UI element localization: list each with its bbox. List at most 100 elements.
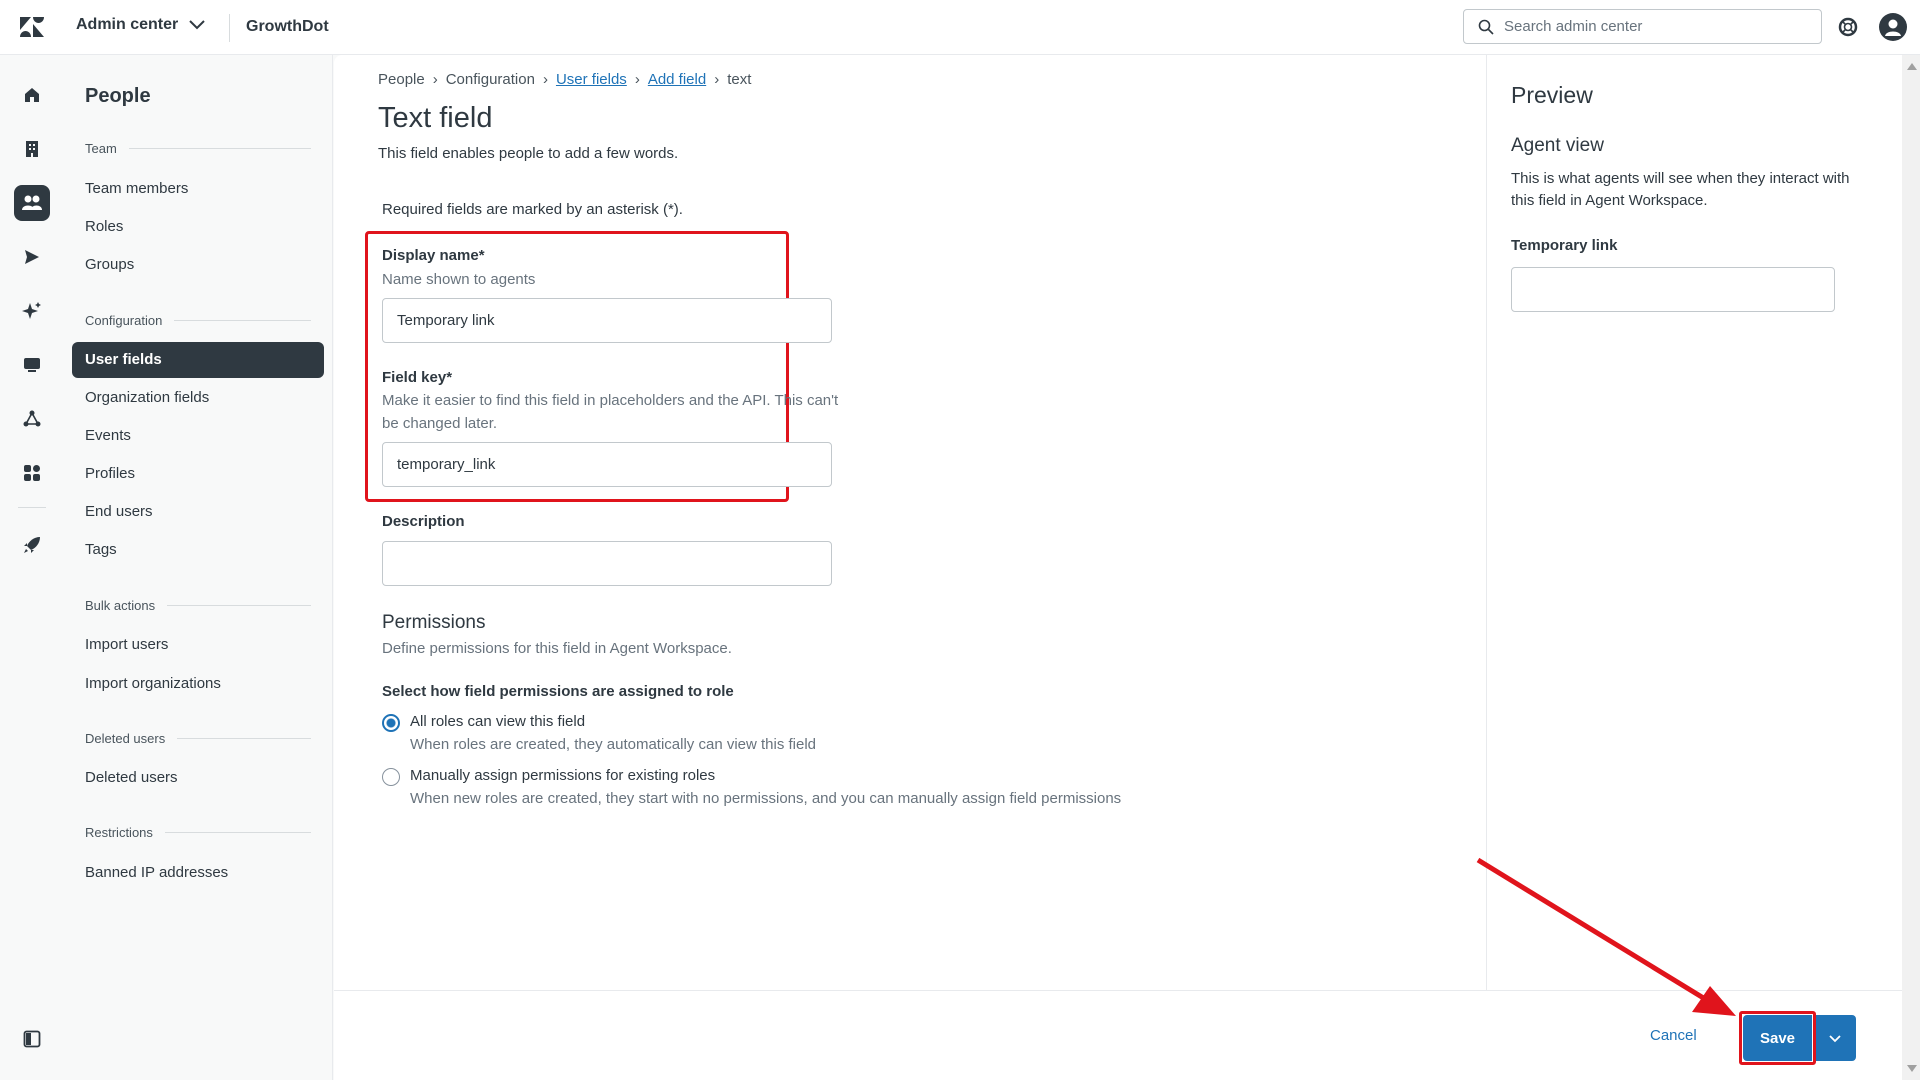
radio-manual-assign[interactable]	[382, 768, 400, 786]
nav-title: People	[85, 85, 151, 107]
main-content: People › Configuration › User fields › A…	[334, 55, 1486, 990]
channels-icon	[25, 250, 39, 264]
account-name: GrowthDot	[246, 18, 329, 35]
nav-section-team: Team	[85, 141, 311, 156]
chevron-right-icon: ›	[714, 71, 720, 88]
rail-ai[interactable]	[14, 293, 50, 329]
rail-home[interactable]	[14, 77, 50, 113]
permissions-group-label: Select how field permissions are assigne…	[382, 683, 734, 700]
nav-item-end-users[interactable]: End users	[72, 494, 324, 530]
rocket-icon	[24, 537, 40, 553]
radio-all-roles-label[interactable]: All roles can view this field	[410, 713, 585, 730]
objects-rules-icon	[23, 410, 41, 427]
nav-item-roles[interactable]: Roles	[72, 209, 324, 245]
agent-view-description: This is what agents will see when they i…	[1511, 170, 1850, 209]
radio-manual-assign-label[interactable]: Manually assign permissions for existing…	[410, 767, 715, 784]
radio-all-roles-hint: When roles are created, they automatical…	[410, 736, 817, 753]
rail-people[interactable]	[14, 185, 50, 221]
display-name-field[interactable]: Temporary link	[382, 298, 832, 343]
cancel-button[interactable]: Cancel	[1650, 1027, 1697, 1044]
avatar[interactable]	[1879, 13, 1907, 41]
description-label: Description	[382, 513, 465, 530]
help-lifebuoy-icon[interactable]	[1837, 16, 1859, 38]
nav-item-organization-fields[interactable]: Organization fields	[72, 380, 324, 416]
nav-section-deleted-users: Deleted users	[85, 731, 311, 746]
permissions-subtitle: Define permissions for this field in Age…	[382, 640, 732, 657]
page-subtitle: This field enables people to add a few w…	[378, 145, 679, 162]
annotation-arrow-icon	[1476, 857, 1736, 1016]
search-input[interactable]: Search admin center	[1463, 9, 1822, 44]
nav-section-configuration: Configuration	[85, 313, 311, 328]
nav-section-restrictions: Restrictions	[85, 825, 311, 840]
people-icon	[22, 195, 42, 210]
nav-item-tags[interactable]: Tags	[72, 532, 324, 568]
apps-icon	[24, 465, 40, 481]
radio-all-roles[interactable]	[382, 714, 400, 732]
building-icon	[26, 141, 38, 157]
home-icon	[25, 88, 39, 102]
product-name: Admin center	[76, 16, 179, 33]
chevron-down-icon	[1829, 1034, 1841, 1042]
nav-item-profiles[interactable]: Profiles	[72, 456, 324, 492]
rail-workspaces[interactable]	[14, 347, 50, 383]
workspaces-icon	[24, 358, 40, 372]
preview-field-input[interactable]	[1511, 267, 1835, 312]
rail-channels[interactable]	[14, 239, 50, 275]
nav-section-label: Restrictions	[85, 825, 153, 840]
top-bar: Admin center GrowthDot Search admin cent…	[0, 0, 1920, 55]
page-title: Text field	[378, 102, 493, 134]
page-scrollbar[interactable]	[1902, 55, 1920, 1080]
panel-toggle-icon	[23, 1030, 41, 1048]
save-options-button[interactable]	[1814, 1015, 1856, 1061]
search-placeholder: Search admin center	[1504, 18, 1643, 35]
required-note: Required fields are marked by an asteris…	[382, 201, 683, 218]
rail-divider	[18, 507, 46, 508]
chevron-down-icon	[189, 20, 205, 30]
nav-item-deleted-users[interactable]: Deleted users	[72, 760, 324, 796]
nav-section-label: Bulk actions	[85, 598, 156, 613]
radio-manual-assign-hint: When new roles are created, they start w…	[410, 790, 1122, 807]
rail-get-started[interactable]	[14, 527, 50, 563]
nav-section-label: Deleted users	[85, 731, 166, 746]
nav-item-banned-ip[interactable]: Banned IP addresses	[72, 855, 324, 891]
chevron-right-icon: ›	[542, 71, 548, 88]
nav-section-bulk-actions: Bulk actions	[85, 598, 311, 613]
rail-apps[interactable]	[14, 455, 50, 491]
scroll-down-arrow-icon[interactable]	[1907, 1065, 1917, 1072]
scroll-up-arrow-icon[interactable]	[1907, 63, 1917, 70]
nav-item-team-members[interactable]: Team members	[72, 171, 324, 207]
zendesk-logo-icon[interactable]	[19, 16, 45, 38]
secondary-nav: People Team Team members Roles Groups Co…	[63, 55, 333, 1080]
breadcrumb-add-field-link[interactable]: Add field	[648, 71, 706, 88]
breadcrumb-configuration: Configuration	[445, 71, 535, 88]
display-name-label: Display name*	[382, 247, 485, 264]
nav-item-events[interactable]: Events	[72, 418, 324, 454]
preview-field-label: Temporary link	[1511, 237, 1618, 254]
field-key-field[interactable]: temporary_link	[382, 442, 832, 487]
product-rail	[0, 55, 63, 1080]
nav-item-groups[interactable]: Groups	[72, 247, 324, 283]
agent-view-heading: Agent view	[1511, 135, 1604, 156]
permissions-title: Permissions	[382, 612, 486, 633]
display-name-hint: Name shown to agents	[382, 271, 536, 288]
breadcrumb: People › Configuration › User fields › A…	[378, 71, 751, 88]
breadcrumb-user-fields-link[interactable]: User fields	[556, 71, 627, 88]
rail-collapse[interactable]	[14, 1021, 50, 1057]
chevron-right-icon: ›	[634, 71, 640, 88]
rail-account[interactable]	[14, 131, 50, 167]
nav-item-user-fields[interactable]: User fields	[72, 342, 324, 378]
chevron-right-icon: ›	[432, 71, 438, 88]
field-key-hint: Make it easier to find this field in pla…	[382, 392, 839, 432]
nav-item-import-organizations[interactable]: Import organizations	[72, 666, 324, 702]
topbar-divider	[229, 14, 230, 42]
field-key-label: Field key*	[382, 369, 453, 386]
rail-objects[interactable]	[14, 401, 50, 437]
nav-section-label: Team	[85, 141, 117, 156]
nav-item-import-users[interactable]: Import users	[72, 627, 324, 663]
product-switcher[interactable]: Admin center	[76, 16, 206, 34]
nav-section-label: Configuration	[85, 313, 163, 328]
ai-sparkle-icon	[22, 302, 41, 319]
breadcrumb-people: People	[378, 71, 425, 88]
preview-title: Preview	[1511, 82, 1593, 108]
description-field[interactable]	[382, 541, 832, 586]
